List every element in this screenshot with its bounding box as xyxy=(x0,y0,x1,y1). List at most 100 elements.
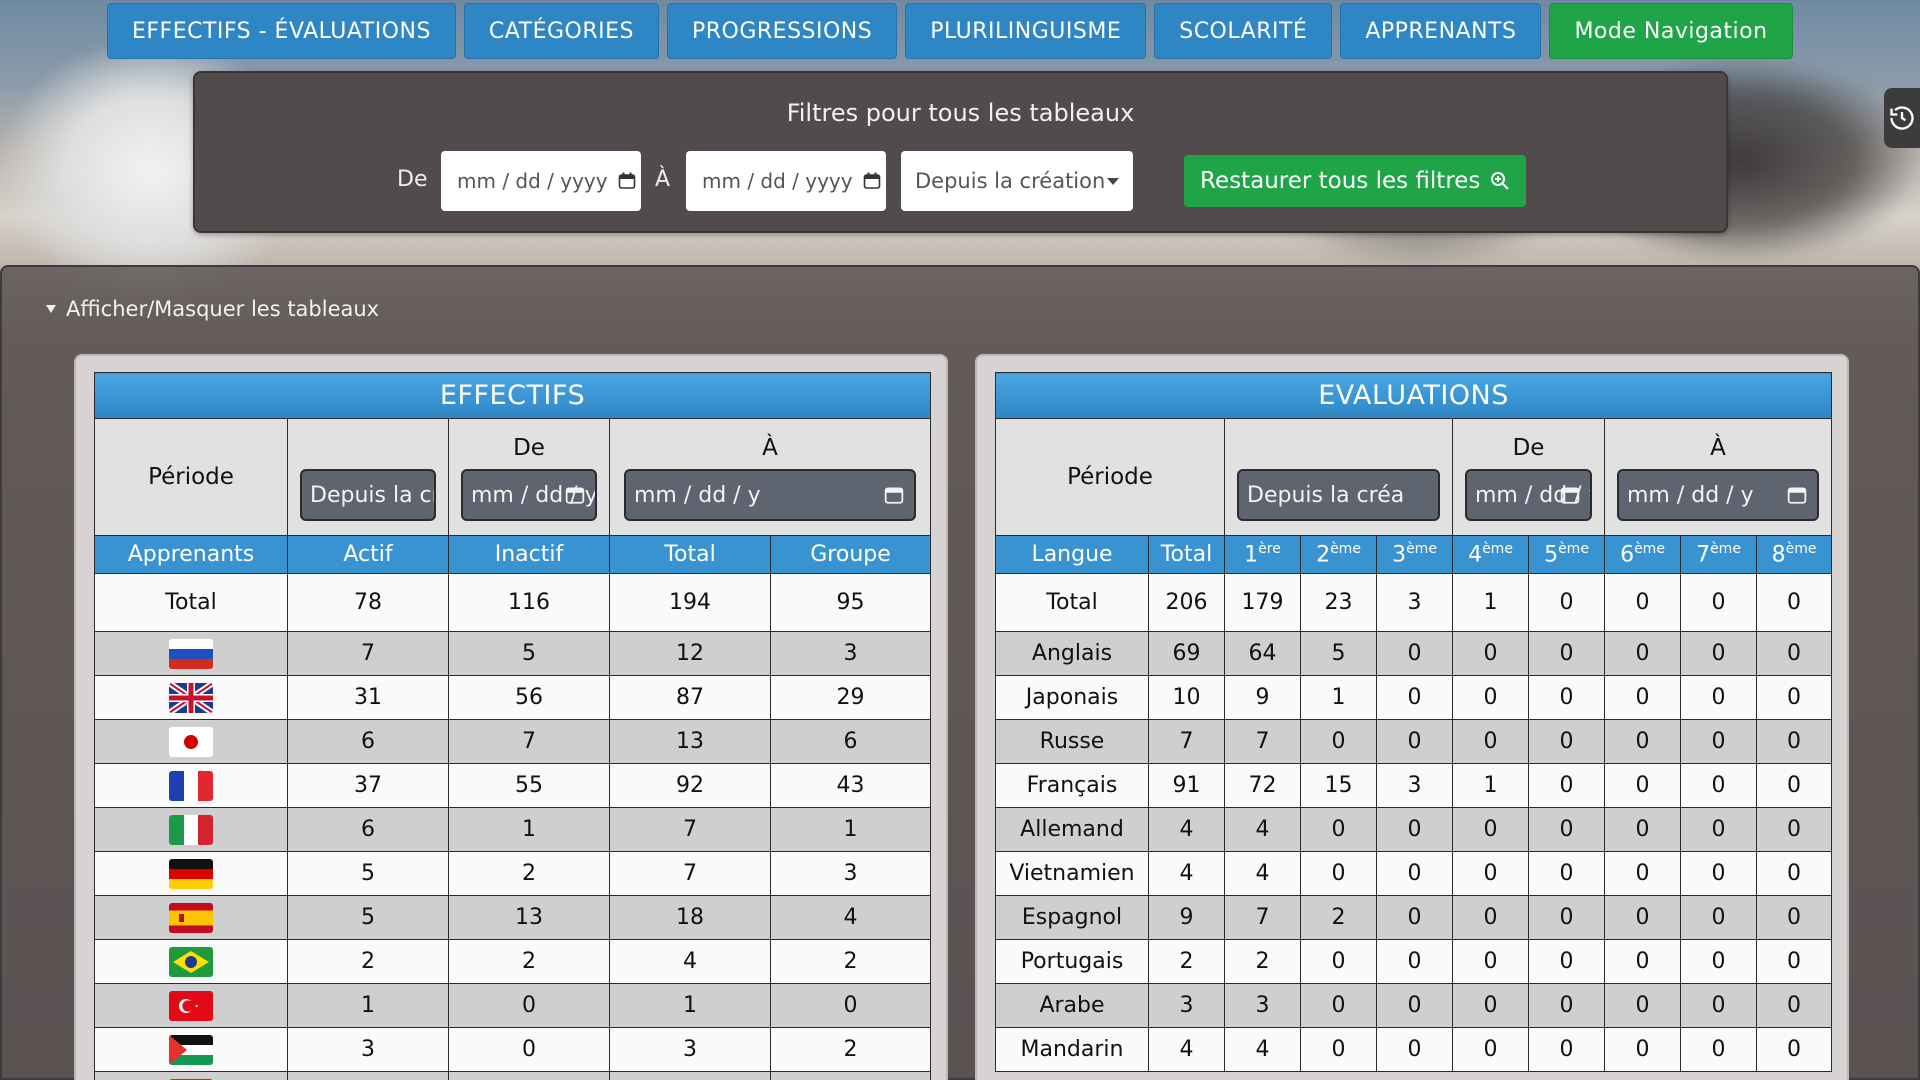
evaluations-to-date[interactable]: mm / dd / y xyxy=(1617,469,1820,521)
table-cell: 1 xyxy=(287,983,449,1028)
tab-apprenants[interactable]: APPRENANTS xyxy=(1340,3,1542,59)
evaluations-title: EVALUATIONS xyxy=(994,372,1833,419)
table-cell: 23 xyxy=(1300,573,1377,632)
col-eval-0[interactable]: Langue xyxy=(995,535,1149,574)
tab-plurilinguisme[interactable]: PLURILINGUISME xyxy=(905,3,1147,59)
table-cell: 0 xyxy=(1680,851,1757,896)
col-eval-7[interactable]: 6ème xyxy=(1604,535,1681,574)
table-cell: 6 xyxy=(769,719,932,764)
table-cell: 18 xyxy=(609,895,771,940)
table-cell: 2 xyxy=(769,939,932,984)
period-label-cell: Période xyxy=(94,418,288,536)
period-select[interactable]: Depuis la création xyxy=(901,151,1133,211)
table-cell: 0 xyxy=(1755,573,1833,632)
table-cell: 0 xyxy=(1604,675,1681,720)
tab-progressions[interactable]: PROGRESSIONS xyxy=(666,3,898,59)
table-cell: 0 xyxy=(448,983,610,1028)
top-nav: EFFECTIFS - ÉVALUATIONS CATÉGORIES PROGR… xyxy=(107,3,1793,59)
eval-period-select-cell: Depuis la créa xyxy=(1224,418,1453,536)
calendar-icon xyxy=(565,487,585,504)
table-cell: 0 xyxy=(1604,763,1681,808)
table-cell: 0 xyxy=(1604,1027,1681,1072)
col-eval-4[interactable]: 3ème xyxy=(1376,535,1453,574)
history-button[interactable] xyxy=(1884,88,1920,148)
table-cell: 0 xyxy=(448,1027,610,1072)
language-label: Anglais xyxy=(995,631,1149,676)
tab-categories[interactable]: CATÉGORIES xyxy=(463,3,659,59)
table-cell: 0 xyxy=(1452,1027,1529,1072)
table-cell: 7 xyxy=(1224,895,1301,940)
col-eval-3[interactable]: 2ème xyxy=(1300,535,1377,574)
table-row-total: Total 206 179 23 3 1 0 0 0 0 xyxy=(995,573,1833,632)
col-inactif[interactable]: Inactif xyxy=(448,535,610,574)
table-cell: 0 xyxy=(1300,719,1377,764)
table-cell: 7 xyxy=(287,631,449,676)
tab-effectifs-evaluations[interactable]: EFFECTIFS - ÉVALUATIONS xyxy=(107,3,456,59)
germany-flag-icon xyxy=(169,858,213,889)
table-cell: 0 xyxy=(1755,983,1833,1028)
table-cell: 10 xyxy=(1148,675,1225,720)
table-cell: 1 xyxy=(1452,573,1529,632)
col-eval-9[interactable]: 8ème xyxy=(1755,535,1833,574)
table-cell: 0 xyxy=(1376,895,1453,940)
from-date-cell: De mm / dd / y xyxy=(448,418,610,536)
effectifs-from-date[interactable]: mm / dd / y xyxy=(461,469,597,521)
restore-filters-button[interactable]: Restaurer tous les filtres xyxy=(1184,155,1526,207)
mode-navigation-button[interactable]: Mode Navigation xyxy=(1549,3,1793,59)
calendar-icon xyxy=(618,172,635,189)
table-cell: 2 xyxy=(1148,939,1225,984)
toggle-tables[interactable]: Afficher/Masquer les tableaux xyxy=(46,297,379,321)
table-cell: 37 xyxy=(287,763,449,808)
table-cell: 0 xyxy=(1376,631,1453,676)
col-actif[interactable]: Actif xyxy=(287,535,449,574)
col-eval-6[interactable]: 5ème xyxy=(1528,535,1605,574)
table-row: 7 5 12 3 xyxy=(94,631,932,676)
table-cell: 0 xyxy=(1300,851,1377,896)
table-cell: 69 xyxy=(1148,631,1225,676)
flag-cell xyxy=(94,719,288,764)
table-cell: 0 xyxy=(1300,807,1377,852)
col-groupe[interactable]: Groupe xyxy=(769,535,932,574)
table-cell: 31 xyxy=(287,675,449,720)
palestine-flag-icon xyxy=(169,1034,213,1065)
evaluations-from-date[interactable]: mm / dd / y xyxy=(1465,469,1592,521)
table-cell: 0 xyxy=(1680,763,1757,808)
flag-cell xyxy=(94,851,288,896)
table-cell: 0 xyxy=(1604,807,1681,852)
table-row: Allemand 4 4 0 0 0 0 0 0 0 xyxy=(995,807,1833,852)
evaluations-period-select[interactable]: Depuis la créa xyxy=(1237,469,1440,521)
col-eval-8[interactable]: 7ème xyxy=(1680,535,1757,574)
col-eval-1[interactable]: Total xyxy=(1148,535,1225,574)
effectifs-to-date[interactable]: mm / dd / y xyxy=(624,469,917,521)
table-cell: 0 xyxy=(1680,1027,1757,1072)
col-apprenants[interactable]: Apprenants xyxy=(94,535,288,574)
language-label: Portugais xyxy=(995,939,1149,984)
tab-scolarite[interactable]: SCOLARITÉ xyxy=(1154,3,1333,59)
total-label: Total xyxy=(995,573,1149,632)
language-label: Espagnol xyxy=(995,895,1149,940)
caret-down-icon xyxy=(1107,178,1119,185)
table-cell: 0 xyxy=(1604,719,1681,764)
col-label: 1 xyxy=(1244,542,1259,568)
col-total[interactable]: Total xyxy=(609,535,771,574)
table-cell: 4 xyxy=(287,1071,449,1080)
col-eval-2[interactable]: 1ère xyxy=(1224,535,1301,574)
table-cell: 6 xyxy=(287,807,449,852)
to-date-input[interactable]: mm / dd / yyyy xyxy=(686,151,886,211)
col-label: Total xyxy=(1160,542,1213,567)
table-cell: 0 xyxy=(1755,939,1833,984)
italy-flag-icon xyxy=(169,814,213,845)
table-row: 37 55 92 43 xyxy=(94,763,932,808)
table-cell: 0 xyxy=(1452,851,1529,896)
effectifs-period-select[interactable]: Depuis la créa xyxy=(300,469,436,521)
col-eval-5[interactable]: 4ème xyxy=(1452,535,1529,574)
table-cell: 0 xyxy=(1755,851,1833,896)
table-cell: 72 xyxy=(1224,763,1301,808)
effectifs-title: EFFECTIFS xyxy=(93,372,932,419)
language-label: Français xyxy=(995,763,1149,808)
turkey-flag-icon xyxy=(169,990,213,1021)
from-date-input[interactable]: mm / dd / yyyy xyxy=(441,151,641,211)
table-cell: 2 xyxy=(448,939,610,984)
table-cell: 9 xyxy=(1148,895,1225,940)
table-cell: 0 xyxy=(1452,983,1529,1028)
